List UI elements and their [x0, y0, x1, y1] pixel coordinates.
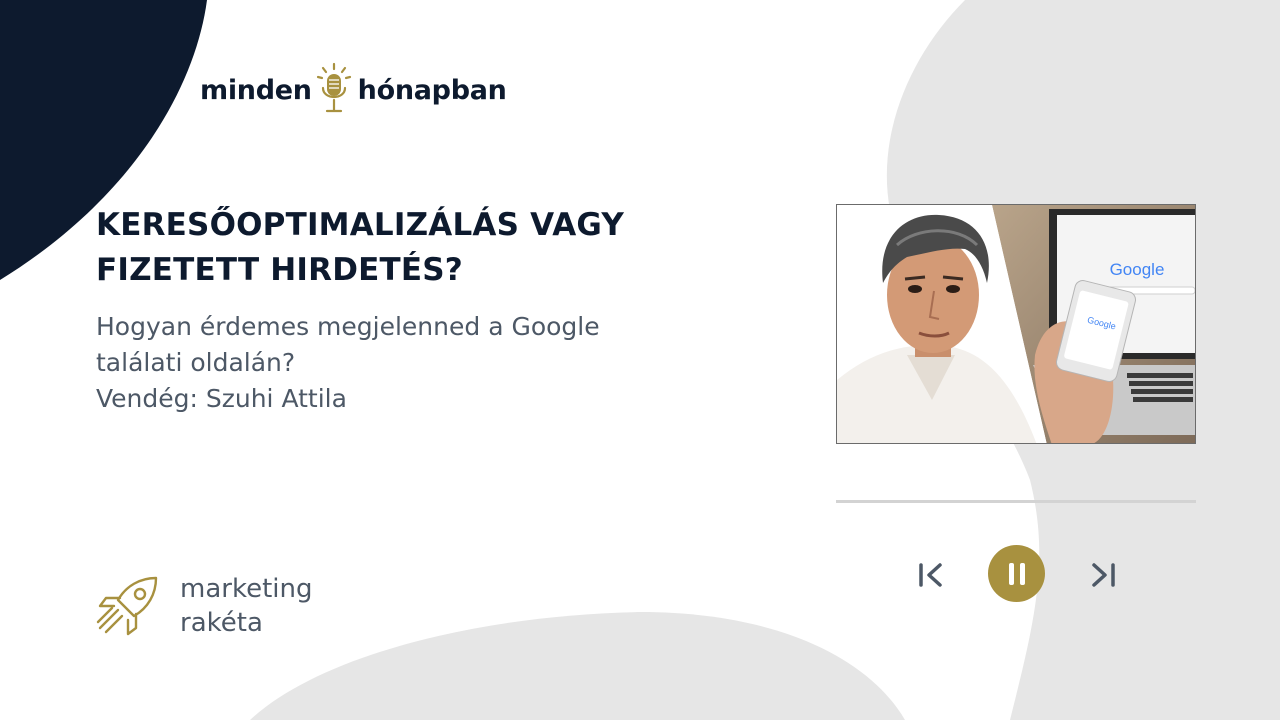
skip-next-icon	[1092, 563, 1115, 587]
logo-text-left: minden	[200, 74, 312, 106]
progress-bar[interactable]	[836, 500, 1196, 503]
rocket-icon	[96, 576, 158, 636]
pause-icon	[1008, 562, 1025, 585]
brand-name: marketing rakéta	[180, 572, 312, 640]
episode-title-line-1: KERESŐOPTIMALIZÁLÁS VAGY	[96, 207, 625, 243]
episode-title: KERESŐOPTIMALIZÁLÁS VAGY FIZETETT HIRDET…	[96, 203, 716, 293]
episode-subtitle-line-2: találati oldalán?	[96, 348, 296, 377]
logo-text-right: hónapban	[357, 74, 507, 106]
brand-logo[interactable]: marketing rakéta	[96, 572, 312, 640]
skip-previous-icon	[919, 563, 942, 587]
pause-button[interactable]	[988, 545, 1045, 602]
brand-name-line-1: marketing	[180, 574, 313, 604]
episode-description: Hogyan érdemes megjelenned a Google talá…	[96, 309, 696, 417]
laptop-google-text: Google	[1110, 260, 1165, 279]
skip-next-button[interactable]	[1086, 558, 1120, 592]
episode-title-line-2: FIZETETT HIRDETÉS?	[96, 252, 463, 288]
guest-name: Vendég: Szuhi Attila	[96, 384, 347, 413]
skip-previous-button[interactable]	[914, 558, 948, 592]
gray-bottom-blob	[250, 612, 905, 720]
cover-illustration: Google Google	[837, 205, 1195, 443]
microphone-icon	[316, 62, 351, 113]
show-logo[interactable]: minden hónapban	[200, 62, 507, 118]
brand-name-line-2: rakéta	[180, 608, 263, 638]
episode-cover-image: Google Google	[836, 204, 1196, 444]
episode-subtitle-line-1: Hogyan érdemes megjelenned a Google	[96, 312, 600, 341]
